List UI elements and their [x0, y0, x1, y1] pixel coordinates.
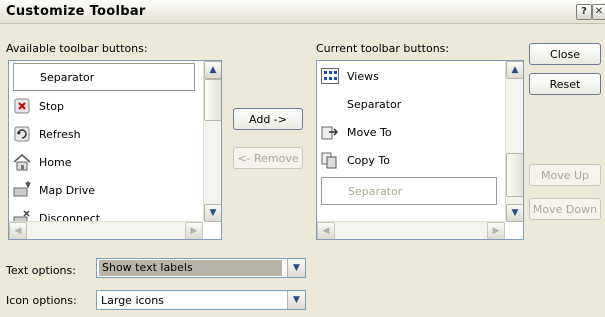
available-hscrollbar[interactable]: ◀ ▶ — [9, 221, 203, 239]
list-item[interactable]: Separator — [13, 63, 195, 91]
scroll-left-arrow-icon[interactable]: ◀ — [9, 222, 27, 239]
help-button[interactable]: ? — [576, 4, 592, 20]
current-vscrollbar[interactable]: ▲ ▼ — [505, 61, 523, 222]
current-hscrollbar[interactable]: ◀ ▶ — [317, 221, 505, 239]
dialog-title: Customize Toolbar — [6, 4, 146, 19]
move-up-button[interactable]: Move Up — [529, 164, 601, 186]
list-item[interactable]: Copy To — [321, 147, 390, 173]
list-item[interactable]: Separator — [321, 177, 497, 205]
list-item-label: Separator — [347, 97, 402, 111]
scroll-up-arrow-icon[interactable]: ▲ — [204, 61, 221, 79]
window-close-button[interactable]: ✕ — [592, 4, 605, 20]
chevron-down-icon[interactable]: ▼ — [287, 259, 305, 277]
remove-button[interactable]: <- Remove — [233, 147, 303, 169]
text-options-label: Text options: — [6, 264, 76, 277]
available-list[interactable]: Separator Stop Refresh Home Map Drive Di… — [8, 60, 222, 240]
text-options-value: Show text labels — [99, 260, 282, 276]
icon-options-select[interactable]: Large icons ▼ — [96, 290, 306, 310]
list-item[interactable]: Views — [321, 63, 379, 89]
list-item[interactable]: Map Drive — [13, 177, 95, 203]
icon-options-value: Large icons — [101, 294, 164, 307]
copy-to-icon — [321, 151, 339, 169]
list-item-label: Copy To — [347, 153, 390, 167]
refresh-icon — [13, 125, 31, 143]
title-bar: Customize Toolbar ? ✕ — [0, 0, 605, 24]
chevron-down-icon[interactable]: ▼ — [287, 291, 305, 309]
available-label: Available toolbar buttons: — [6, 42, 148, 55]
scroll-thumb[interactable] — [204, 79, 221, 121]
list-item-label: Home — [39, 155, 72, 169]
move-down-button[interactable]: Move Down — [529, 198, 601, 220]
add-button[interactable]: Add -> — [233, 108, 303, 130]
icon-options-label: Icon options: — [6, 294, 77, 307]
stop-icon — [13, 97, 31, 115]
list-item-label: Move To — [347, 125, 392, 139]
views-icon — [321, 67, 339, 85]
scroll-left-arrow-icon[interactable]: ◀ — [317, 222, 335, 239]
list-item[interactable]: Refresh — [13, 121, 81, 147]
text-options-select[interactable]: Show text labels ▼ — [96, 258, 306, 278]
close-button[interactable]: Close — [529, 43, 601, 65]
list-item-label: Stop — [39, 99, 65, 113]
list-item-label: Refresh — [39, 127, 81, 141]
available-vscrollbar[interactable]: ▲ ▼ — [203, 61, 221, 222]
current-list[interactable]: Views Separator Move To Copy To Separato… — [316, 60, 524, 240]
list-item-label: Map Drive — [39, 183, 96, 197]
scroll-up-arrow-icon[interactable]: ▲ — [506, 61, 523, 79]
map-drive-icon — [13, 181, 31, 199]
scroll-down-arrow-icon[interactable]: ▼ — [204, 204, 221, 222]
list-item-label: Separator — [348, 184, 403, 198]
list-item[interactable]: Move To — [321, 119, 392, 145]
move-to-icon — [321, 123, 339, 141]
reset-button[interactable]: Reset — [529, 73, 601, 95]
scroll-thumb[interactable] — [506, 153, 523, 197]
scroll-right-arrow-icon[interactable]: ▶ — [185, 222, 203, 239]
list-item[interactable]: Separator — [321, 91, 401, 117]
list-item-label: Separator — [40, 70, 95, 84]
list-item-label: Views — [347, 69, 379, 83]
scroll-down-arrow-icon[interactable]: ▼ — [506, 204, 523, 222]
home-icon — [13, 153, 31, 171]
list-item[interactable]: Home — [13, 149, 71, 175]
current-label: Current toolbar buttons: — [316, 42, 450, 55]
scroll-right-arrow-icon[interactable]: ▶ — [487, 222, 505, 239]
list-item[interactable]: Stop — [13, 93, 64, 119]
